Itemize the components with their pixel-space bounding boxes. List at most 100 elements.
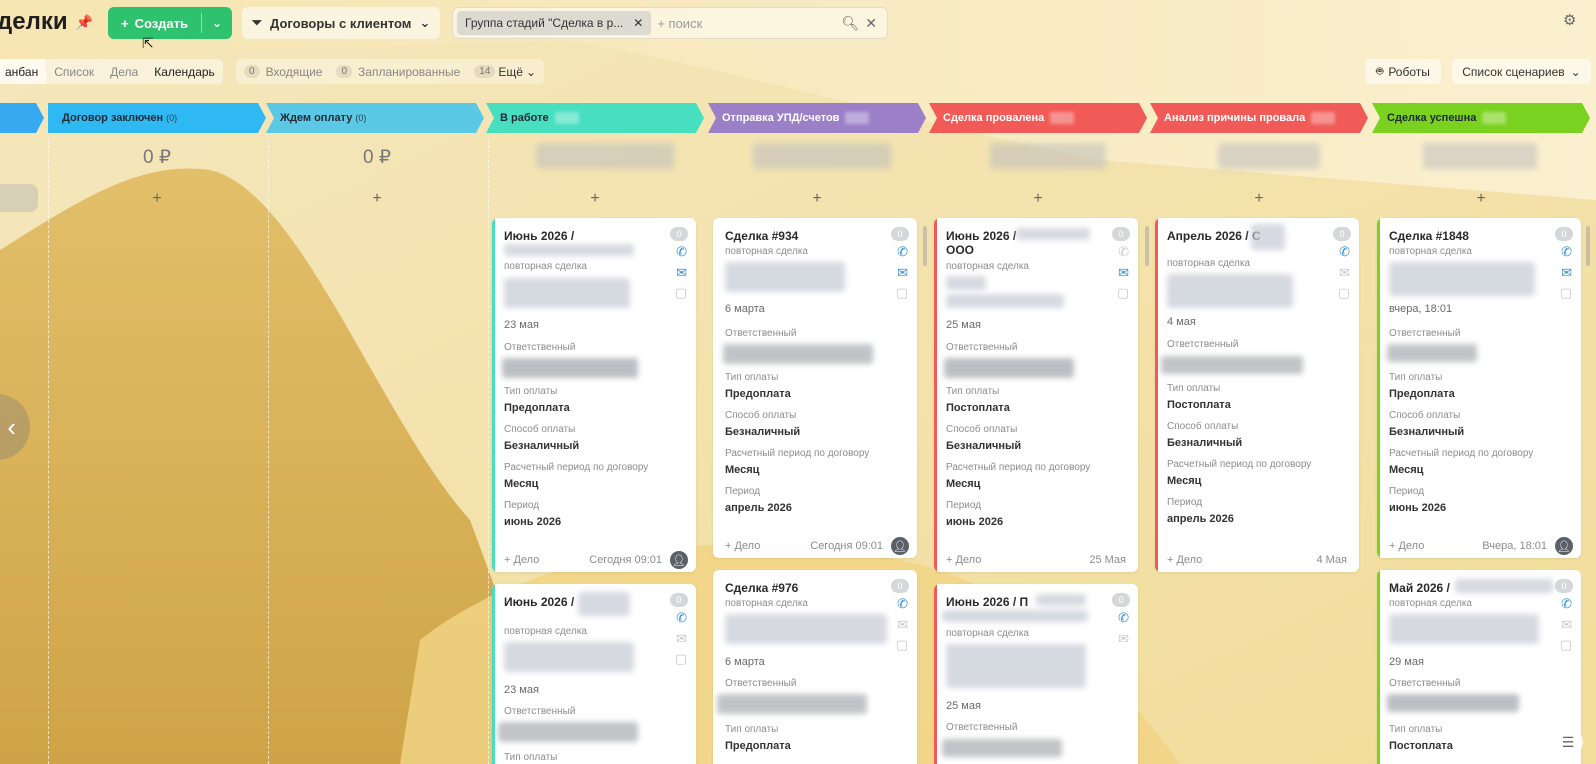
column-scrollbar[interactable]	[1145, 226, 1149, 266]
search-icon[interactable]: 🔍︎	[841, 15, 859, 32]
add-deal-button[interactable]: +	[929, 190, 1147, 208]
avatar-icon[interactable]: 👤︎	[1555, 537, 1573, 555]
counter-planned[interactable]: 0 Запланированные	[336, 65, 460, 79]
mail-icon[interactable]: ✉	[676, 265, 687, 281]
phone-icon[interactable]: ✆	[897, 244, 908, 260]
chat-icon[interactable]: ▢	[896, 285, 908, 301]
deal-card[interactable]: 0 Июнь 2026 / ✆ повторная сделка ✉ ▢ 23 …	[492, 584, 696, 764]
activity-counters: 0 Входящие 0 Запланированные 14 Ещё ⌄	[236, 59, 545, 84]
stage-sum-hidden	[536, 143, 674, 169]
phone-icon[interactable]: ✆	[676, 610, 687, 626]
phone-icon[interactable]: ✆	[1561, 244, 1572, 260]
stage-header-contract-signed[interactable]: Договор заключен (0)	[48, 103, 262, 133]
deal-card[interactable]: 0 Май 2026 / ✆ повторная сделка ✉ ▢ 29 м…	[1377, 570, 1581, 764]
funnel-icon: ⏷	[251, 15, 263, 30]
mouse-cursor-icon: ⇱	[142, 35, 154, 51]
stage-sum: 0 ₽	[363, 147, 391, 168]
deal-card[interactable]: 0 Июнь 2026 / ✆ повторная сделка ✉ ▢ 23 …	[492, 218, 696, 572]
avatar-icon[interactable]: 👤︎	[670, 551, 688, 569]
phone-icon[interactable]: ✆	[897, 596, 908, 612]
mail-icon[interactable]: ✉	[897, 265, 908, 281]
phone-icon[interactable]: ✆	[1118, 610, 1129, 626]
add-task-link[interactable]: + Дело	[946, 554, 981, 566]
add-deal-button[interactable]: +	[268, 190, 486, 208]
robot-icon: 🤖︎	[1376, 64, 1384, 78]
stage-header-deal-failed[interactable]: Сделка провалена	[929, 103, 1143, 133]
deal-card[interactable]: 0 Сделка #1848 ✆ повторная сделка ✉ ▢ вч…	[1377, 218, 1581, 558]
add-deal-button[interactable]: +	[486, 190, 704, 208]
chevron-left-icon: ‹	[7, 411, 16, 442]
gear-icon[interactable]: ⚙	[1563, 11, 1576, 29]
search-input[interactable]	[657, 15, 836, 31]
tab-list[interactable]: Список	[46, 59, 102, 84]
stage-header-in-progress[interactable]: В работе	[486, 103, 700, 133]
filter-chip[interactable]: Группа стадий "Сделка в р... ✕	[457, 11, 652, 35]
clear-icon[interactable]: ✕	[865, 15, 877, 32]
chevron-down-icon: ⌄	[525, 64, 537, 79]
counter-more[interactable]: 14 Ещё ⌄	[474, 65, 536, 79]
chat-icon[interactable]: ▢	[1117, 285, 1129, 301]
counter-incoming[interactable]: 0 Входящие	[244, 65, 322, 79]
pin-icon[interactable]: 📌	[76, 14, 93, 31]
close-icon[interactable]: ✕	[633, 16, 643, 30]
add-deal-button[interactable]: +	[708, 190, 926, 208]
deal-card[interactable]: 0 Июнь 2026 / ООО ✆ повторная сделка ✉ ▢…	[934, 218, 1138, 572]
search-filter-box[interactable]: Группа стадий "Сделка в р... ✕ 🔍︎ ✕	[452, 7, 888, 39]
stage-header-awaiting-payment[interactable]: Ждем оплату (0)	[266, 103, 480, 133]
mail-icon[interactable]: ✉	[1118, 631, 1129, 647]
stage-header-failure-analysis[interactable]: Анализ причины провала	[1150, 103, 1364, 133]
add-deal-button[interactable]: +	[1150, 190, 1368, 208]
stage-sum: 0 ₽	[143, 147, 171, 168]
phone-icon[interactable]: ✆	[1118, 244, 1129, 260]
mail-icon[interactable]: ✉	[1118, 265, 1129, 281]
tab-kanban[interactable]: анбан	[0, 59, 47, 84]
deal-card[interactable]: 0 Июнь 2026 / П ✆ повторная сделка ✉ 25 …	[934, 584, 1138, 764]
avatar-icon[interactable]: 👤︎	[891, 537, 909, 555]
chat-icon[interactable]: ▢	[675, 285, 687, 301]
phone-icon[interactable]: ✆	[676, 244, 687, 260]
chat-icon[interactable]: ▢	[1560, 637, 1572, 653]
robots-button[interactable]: 🤖︎ Роботы	[1365, 59, 1441, 84]
stage-header-sending-docs[interactable]: Отправка УПД/счетов	[708, 103, 922, 133]
chat-icon[interactable]: ▢	[1560, 285, 1572, 301]
deal-card[interactable]: 0 Апрель 2026 / С ✆ повторная сделка ✉ ▢…	[1155, 218, 1359, 572]
page-title: делки 📌	[0, 8, 94, 35]
column-scrollbar[interactable]	[1586, 226, 1590, 266]
tab-tasks[interactable]: Дела	[102, 59, 146, 84]
stage-header-deal-success[interactable]: Сделка успешна	[1373, 103, 1587, 133]
chat-icon[interactable]: ▢	[1338, 285, 1350, 301]
mail-icon[interactable]: ✉	[897, 617, 908, 633]
add-task-link[interactable]: + Дело	[1389, 540, 1424, 552]
stage-sum-hidden	[990, 143, 1106, 169]
phone-icon[interactable]: ✆	[1561, 596, 1572, 612]
add-task-link[interactable]: + Дело	[725, 540, 760, 552]
chat-icon[interactable]: ▢	[896, 637, 908, 653]
contracts-dropdown[interactable]: ⏷ Договоры с клиентом ⌄	[242, 7, 440, 39]
mail-icon[interactable]: ✉	[1561, 265, 1572, 281]
column-scrollbar[interactable]	[923, 226, 927, 266]
stage-sum-hidden	[753, 143, 891, 169]
chat-icon[interactable]: ▢	[675, 651, 687, 667]
mail-icon[interactable]: ✉	[676, 631, 687, 647]
column-separator	[48, 140, 49, 764]
scenarios-list-button[interactable]: Список сценариев ⌄	[1452, 59, 1591, 84]
create-button[interactable]: + Создать ⌄	[108, 7, 232, 39]
add-task-link[interactable]: + Дело	[1167, 554, 1202, 566]
phone-icon[interactable]: ✆	[1339, 244, 1350, 260]
deal-card[interactable]: 0 Сделка #934 ✆ повторная сделка ✉ ▢ 6 м…	[713, 218, 917, 558]
deal-card[interactable]: 0 Сделка #976 ✆ повторная сделка ✉ ▢ 6 м…	[713, 570, 917, 764]
add-deal-button[interactable]: +	[48, 190, 266, 208]
chevron-down-icon[interactable]: ⌄	[202, 16, 232, 30]
column-separator	[488, 140, 489, 764]
add-deal-button[interactable]: +	[1372, 190, 1590, 208]
column-separator	[268, 140, 269, 764]
view-tabs: анбан Список Дела Календарь	[0, 59, 223, 84]
add-task-link[interactable]: + Дело	[504, 554, 539, 566]
stage-arrow-prev	[0, 103, 44, 133]
mail-icon[interactable]: ✉	[1561, 617, 1572, 633]
plus-icon: +	[120, 15, 129, 31]
stage-sum-hidden	[1218, 143, 1320, 169]
tab-calendar[interactable]: Календарь	[146, 59, 223, 84]
mail-icon[interactable]: ✉	[1339, 265, 1350, 281]
list-icon[interactable]: ☰	[1553, 727, 1583, 757]
